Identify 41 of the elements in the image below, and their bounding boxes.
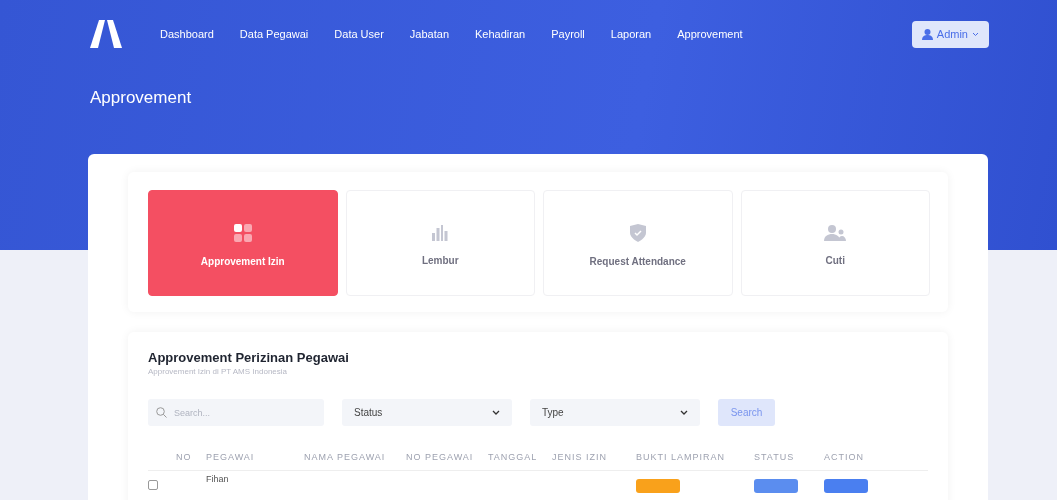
nav-link[interactable]: Payroll (551, 28, 585, 40)
column-header: NO PEGAWAI (406, 452, 475, 462)
search-field[interactable]: Search... (148, 399, 324, 426)
table-cell-text: Fihan (206, 473, 230, 484)
column-header: STATUS (754, 452, 796, 462)
chevron-down-icon (492, 410, 500, 415)
column-header: NO (176, 452, 193, 462)
nav-link[interactable]: Data Pegawai (239, 28, 309, 40)
grid-icon (233, 224, 252, 242)
category-tab[interactable]: Request Attendance (543, 190, 733, 296)
action-badge[interactable] (824, 479, 868, 493)
section-title: Approvement Perizinan Pegawai (148, 350, 350, 365)
type-select[interactable]: Type (530, 399, 700, 426)
column-header: NAMA PEGAWAI (304, 452, 387, 462)
user-menu-button[interactable]: Admin (911, 20, 989, 48)
file-badge[interactable] (636, 479, 680, 493)
users-icon (824, 225, 847, 241)
column-header: BUKTI LAMPIRAN (636, 452, 726, 462)
nav-link[interactable]: Jabatan (409, 28, 449, 40)
column-header: JENIS IZIN (552, 452, 608, 462)
bar-chart-icon (432, 225, 449, 241)
status-badge (754, 479, 798, 493)
category-tab[interactable]: Cuti (740, 190, 930, 296)
category-tab[interactable]: Approvement Izin (148, 190, 338, 296)
nav-link[interactable]: Data User (334, 28, 384, 40)
status-select[interactable]: Status (342, 399, 512, 426)
nav-link[interactable]: Dashboard (160, 28, 214, 40)
nav-link[interactable]: Approvement (677, 28, 743, 40)
chevron-down-icon (972, 31, 979, 37)
row-checkbox[interactable] (148, 480, 158, 490)
column-header: TANGGAL (488, 452, 539, 462)
logo-icon (90, 20, 122, 48)
category-tab[interactable]: Lembur (345, 190, 535, 296)
column-header: PEGAWAI (206, 452, 256, 462)
column-header: ACTION (824, 452, 865, 462)
shield-check-icon (629, 224, 646, 242)
chevron-down-icon (680, 410, 688, 415)
page-title: Approvement (90, 88, 193, 108)
nav-link[interactable]: Kehadiran (475, 28, 526, 40)
user-icon (921, 28, 933, 40)
nav-link[interactable]: Laporan (610, 28, 652, 40)
